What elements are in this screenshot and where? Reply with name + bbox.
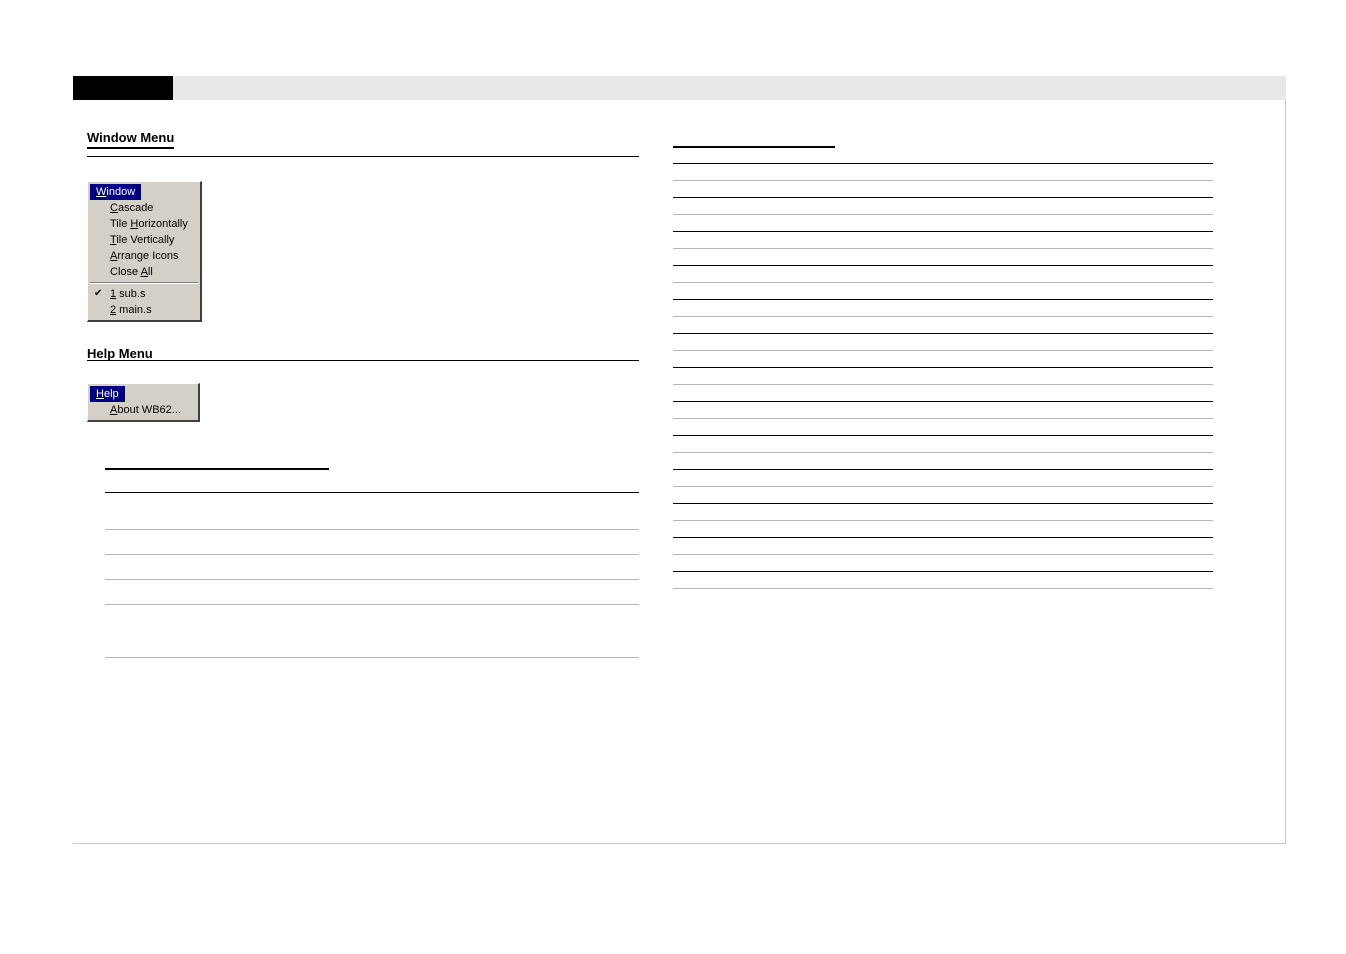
menu-item-arrange-icons[interactable]: Arrange Icons bbox=[88, 248, 200, 264]
check-icon: ✔ bbox=[94, 288, 102, 299]
window-menu-section: Window Menu Window Cascade Tile Horizont… bbox=[87, 130, 639, 322]
menu-separator bbox=[90, 282, 198, 284]
menu-item-cascade[interactable]: Cascade bbox=[88, 200, 200, 216]
about-description bbox=[105, 452, 639, 658]
window-menu-title[interactable]: Window bbox=[90, 184, 141, 200]
help-menu: Help About WB62... bbox=[87, 383, 200, 422]
menu-item-tile-horizontally[interactable]: Tile Horizontally bbox=[88, 216, 200, 232]
menu-item-window-1[interactable]: ✔1 sub.s bbox=[88, 286, 200, 302]
content-frame: Window Menu Window Cascade Tile Horizont… bbox=[73, 100, 1286, 844]
help-menu-heading: Help Menu bbox=[87, 346, 153, 363]
right-footer bbox=[673, 593, 1213, 605]
open-windows-section bbox=[673, 130, 1213, 605]
right-column bbox=[673, 130, 1213, 627]
left-column: Window Menu Window Cascade Tile Horizont… bbox=[87, 130, 639, 680]
window-menu: Window Cascade Tile Horizontally Tile Ve… bbox=[87, 181, 202, 322]
help-menu-title[interactable]: Help bbox=[90, 386, 125, 402]
active-tab[interactable] bbox=[73, 76, 173, 100]
menu-item-close-all[interactable]: Close All bbox=[88, 264, 200, 280]
tab-bar bbox=[73, 76, 1286, 100]
menu-item-tile-vertically[interactable]: Tile Vertically bbox=[88, 232, 200, 248]
menu-item-window-2[interactable]: 2 main.s bbox=[88, 302, 200, 318]
menu-item-about[interactable]: About WB62... bbox=[88, 402, 198, 418]
help-menu-section: Help Menu Help About WB62... bbox=[87, 344, 639, 422]
